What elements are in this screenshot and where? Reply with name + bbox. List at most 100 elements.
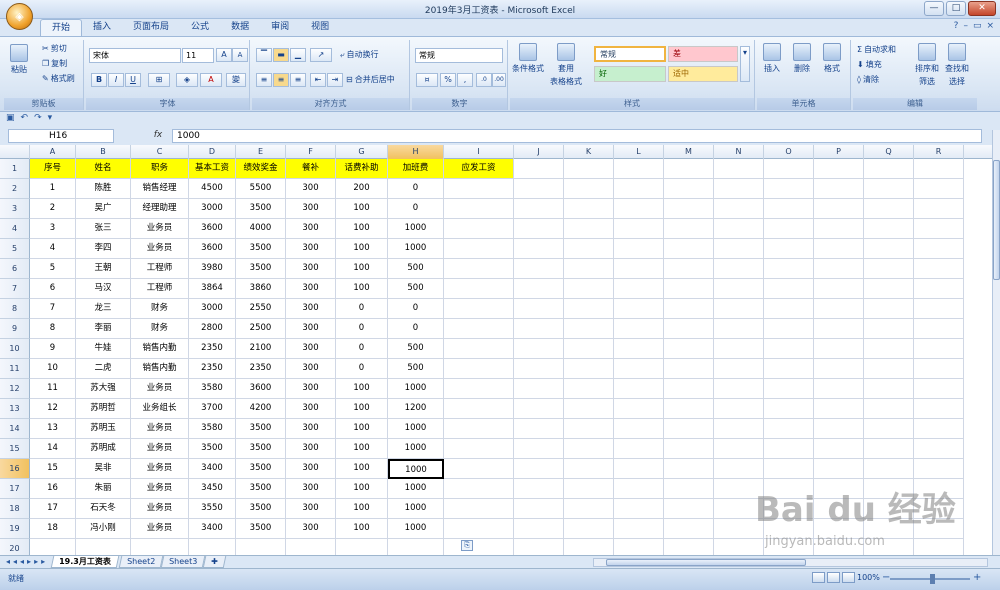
cell-k15[interactable] [564,439,614,459]
cell-j19[interactable] [514,519,564,539]
cell-c15[interactable]: 业务员 [131,439,189,459]
cell-r14[interactable] [914,419,964,439]
cell-r13[interactable] [914,399,964,419]
cell-r10[interactable] [914,339,964,359]
cell-i10[interactable] [444,339,514,359]
cell-j16[interactable] [514,459,564,479]
cell-h12[interactable]: 1000 [388,379,444,399]
cell-e11[interactable]: 2350 [236,359,286,379]
column-header-l[interactable]: L [614,145,664,159]
cell-d3[interactable]: 3000 [189,199,236,219]
cell-h13[interactable]: 1200 [388,399,444,419]
zoom-in-icon[interactable]: + [973,572,981,583]
sheet-nav-arrows[interactable]: ◂◂◂▸▸▸ [6,557,48,566]
cell-h6[interactable]: 500 [388,259,444,279]
cell-f13[interactable]: 300 [286,399,336,419]
cell-r11[interactable] [914,359,964,379]
cell-a1[interactable]: 序号 [30,159,76,179]
wrap-text-button[interactable]: ⤶ 自动换行 [340,49,378,60]
cell-p6[interactable] [814,259,864,279]
cell-c9[interactable]: 财务 [131,319,189,339]
cell-l14[interactable] [614,419,664,439]
borders-button[interactable]: ⊞ [148,73,170,87]
bold-button[interactable]: B [91,73,107,87]
cell-g8[interactable]: 0 [336,299,388,319]
orientation-button[interactable]: ↗ [310,48,332,62]
cell-l2[interactable] [614,179,664,199]
cell-j4[interactable] [514,219,564,239]
cell-e8[interactable]: 2550 [236,299,286,319]
cell-h5[interactable]: 1000 [388,239,444,259]
redo-icon[interactable]: ↷ [34,113,42,126]
font-name-select[interactable]: 宋体 [89,48,181,63]
cell-e4[interactable]: 4000 [236,219,286,239]
cell-m9[interactable] [664,319,714,339]
cell-c1[interactable]: 职务 [131,159,189,179]
cell-b17[interactable]: 朱丽 [76,479,131,499]
cell-q4[interactable] [864,219,914,239]
sheet-tab-sheet2[interactable]: Sheet2 [118,556,164,568]
cell-h2[interactable]: 0 [388,179,444,199]
cell-c4[interactable]: 业务员 [131,219,189,239]
style-good[interactable]: 好 [594,66,666,82]
insert-sheet-tab[interactable]: ✚ [202,556,226,568]
cell-r5[interactable] [914,239,964,259]
increase-indent-button[interactable]: ⇥ [327,73,343,87]
cell-i19[interactable] [444,519,514,539]
cell-b14[interactable]: 苏明玉 [76,419,131,439]
cell-a6[interactable]: 5 [30,259,76,279]
underline-button[interactable]: U [125,73,141,87]
cell-a16[interactable]: 15 [30,459,76,479]
tab-insert[interactable]: 插入 [82,19,122,36]
cell-r4[interactable] [914,219,964,239]
cell-i17[interactable] [444,479,514,499]
cell-h18[interactable]: 1000 [388,499,444,519]
row-header-16[interactable]: 16 [0,459,30,479]
cell-o6[interactable] [764,259,814,279]
cell-l18[interactable] [614,499,664,519]
cell-d15[interactable]: 3500 [189,439,236,459]
cell-b11[interactable]: 二虎 [76,359,131,379]
row-header-13[interactable]: 13 [0,399,30,419]
cell-l20[interactable] [614,539,664,555]
cell-l10[interactable] [614,339,664,359]
cell-f15[interactable]: 300 [286,439,336,459]
cell-r9[interactable] [914,319,964,339]
cell-c17[interactable]: 业务员 [131,479,189,499]
cell-l7[interactable] [614,279,664,299]
row-header-5[interactable]: 5 [0,239,30,259]
cell-c16[interactable]: 业务员 [131,459,189,479]
cell-g12[interactable]: 100 [336,379,388,399]
maximize-button[interactable]: □ [946,1,966,16]
cell-i6[interactable] [444,259,514,279]
decrease-decimal-button[interactable]: .00 [492,73,506,87]
tab-view[interactable]: 视图 [300,19,340,36]
cell-g11[interactable]: 0 [336,359,388,379]
tab-data[interactable]: 数据 [220,19,260,36]
name-box[interactable]: H16 [8,129,114,143]
format-as-table-button[interactable]: 套用 表格格式 [550,43,582,87]
cell-o5[interactable] [764,239,814,259]
cell-q10[interactable] [864,339,914,359]
styles-more-button[interactable]: ▾ [740,46,750,82]
cell-o3[interactable] [764,199,814,219]
cell-g18[interactable]: 100 [336,499,388,519]
cell-d9[interactable]: 2800 [189,319,236,339]
sort-filter-button[interactable]: 排序和 筛选 [915,43,939,87]
cell-g10[interactable]: 0 [336,339,388,359]
cell-f11[interactable]: 300 [286,359,336,379]
cell-m11[interactable] [664,359,714,379]
customize-qat-icon[interactable]: ▾ [48,113,53,126]
cell-c11[interactable]: 销售内勤 [131,359,189,379]
cell-n9[interactable] [714,319,764,339]
cell-f5[interactable]: 300 [286,239,336,259]
cell-d19[interactable]: 3400 [189,519,236,539]
row-header-14[interactable]: 14 [0,419,30,439]
cell-d4[interactable]: 3600 [189,219,236,239]
align-center-button[interactable]: ≡ [273,73,289,87]
cell-h17[interactable]: 1000 [388,479,444,499]
cell-l15[interactable] [614,439,664,459]
cell-l5[interactable] [614,239,664,259]
cell-a7[interactable]: 6 [30,279,76,299]
percent-button[interactable]: % [440,73,456,87]
